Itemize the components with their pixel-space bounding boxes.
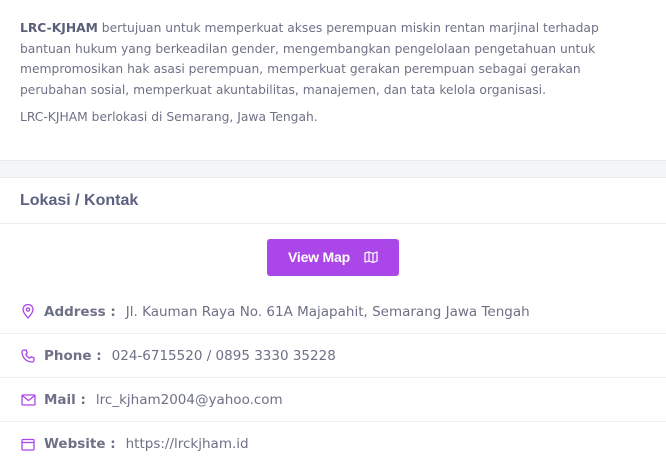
contact-row-website: Website : https://lrckjham.id — [0, 422, 666, 466]
contact-label: Website : — [44, 436, 116, 452]
phone-icon — [20, 348, 36, 364]
mail-icon — [20, 392, 36, 408]
contact-row-mail: Mail : lrc_kjham2004@yahoo.com — [0, 378, 666, 422]
about-section: LRC-KJHAM bertujuan untuk memperkuat aks… — [0, 0, 666, 160]
about-paragraph-2: LRC-KJHAM berlokasi di Semarang, Jawa Te… — [20, 110, 318, 124]
view-map-button[interactable]: View Map — [267, 238, 399, 276]
contact-value[interactable]: lrc_kjham2004@yahoo.com — [96, 392, 283, 408]
contact-label: Address : — [44, 303, 116, 320]
calendar-icon — [20, 436, 36, 452]
contact-row-phone: Phone : 024-6715520 / 0895 3330 35228 — [0, 334, 666, 378]
section-title: Lokasi / Kontak — [20, 191, 139, 209]
contact-value: 024-6715520 / 0895 3330 35228 — [111, 347, 336, 364]
about-paragraph-1-text: bertujuan untuk memperkuat akses perempu… — [20, 21, 599, 97]
contact-value[interactable]: https://lrckjham.id — [126, 436, 249, 452]
contact-value: Jl. Kauman Raya No. 61A Majapahit, Semar… — [125, 303, 530, 320]
contact-row-address: Address : Jl. Kauman Raya No. 61A Majapa… — [0, 290, 666, 334]
about-paragraph-1: LRC-KJHAM bertujuan untuk memperkuat aks… — [20, 18, 646, 100]
contact-list: Address : Jl. Kauman Raya No. 61A Majapa… — [0, 290, 666, 466]
contact-label: Phone : — [44, 347, 102, 364]
location-contact-header: Lokasi / Kontak — [0, 178, 666, 224]
view-map-label: View Map — [288, 249, 350, 265]
org-name: LRC-KJHAM — [20, 21, 98, 35]
map-pin-icon — [20, 304, 36, 320]
map-icon — [364, 251, 378, 263]
contact-label: Mail : — [44, 391, 86, 408]
section-divider — [0, 160, 666, 178]
map-button-row: View Map — [0, 224, 666, 290]
